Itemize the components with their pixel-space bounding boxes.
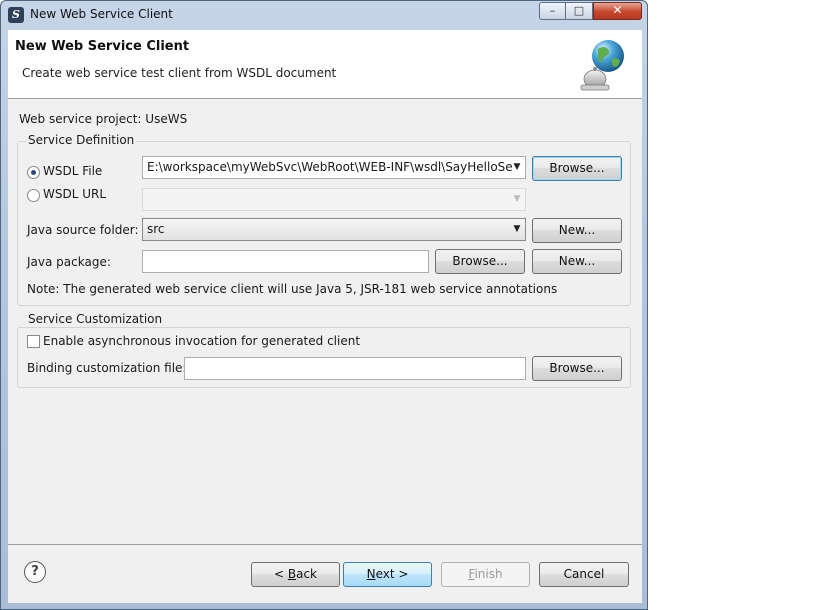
wsdl-file-value: E:\workspace\myWebSvc\WebRoot\WEB-INF\ws… xyxy=(147,160,513,174)
maximize-button[interactable]: □ xyxy=(565,2,593,20)
wsdl-url-combo[interactable] xyxy=(142,188,526,211)
wsdl-url-radio[interactable] xyxy=(27,189,40,202)
finish-button[interactable]: Finish xyxy=(441,562,530,587)
java-source-dropdown-icon[interactable]: ▼ xyxy=(510,219,524,240)
maximize-icon: □ xyxy=(573,4,585,17)
cancel-button[interactable]: Cancel xyxy=(539,562,629,587)
java5-note: Note: The generated web service client w… xyxy=(27,282,558,296)
java-package-new-button[interactable]: New... xyxy=(532,249,622,274)
java-source-new-button[interactable]: New... xyxy=(532,218,622,243)
next-mnemonic: N xyxy=(366,567,376,581)
java-source-value: src xyxy=(147,222,165,236)
footer-separator xyxy=(8,544,642,545)
java-source-combo[interactable]: src xyxy=(142,218,526,241)
banner-title: New Web Service Client xyxy=(15,39,190,54)
app-icon: S xyxy=(8,7,24,23)
wizard-banner: New Web Service Client Create web servic… xyxy=(8,30,642,99)
binding-file-input[interactable] xyxy=(184,357,526,380)
next-rest: ext > xyxy=(375,567,409,581)
service-customization-title: Service Customization xyxy=(26,312,165,326)
minimize-button[interactable]: – xyxy=(539,2,565,20)
banner-description: Create web service test client from WSDL… xyxy=(22,66,337,80)
close-icon: ✕ xyxy=(612,3,623,17)
java-package-label: Java package: xyxy=(27,255,111,269)
wsdl-file-dropdown-icon[interactable]: ▼ xyxy=(510,157,524,178)
wsdl-url-dropdown-icon[interactable]: ▼ xyxy=(510,189,524,210)
java-package-browse-button[interactable]: Browse... xyxy=(435,249,525,274)
back-mnemonic: B xyxy=(287,567,297,581)
next-button[interactable]: Next > xyxy=(343,562,432,587)
dialog-client-area: New Web Service Client Create web servic… xyxy=(8,30,642,603)
wsdl-file-combo[interactable]: E:\workspace\myWebSvc\WebRoot\WEB-INF\ws… xyxy=(142,156,526,179)
wsdl-url-label: WSDL URL xyxy=(43,187,107,201)
java-package-input[interactable] xyxy=(142,250,429,273)
window-title: New Web Service Client xyxy=(30,7,173,21)
finish-rest: inish xyxy=(474,567,503,581)
async-invocation-label: Enable asynchronous invocation for gener… xyxy=(43,334,361,348)
globe-web-service-icon xyxy=(580,40,624,91)
back-prefix: < xyxy=(273,567,288,581)
dialog-window: S New Web Service Client – □ ✕ New Web S… xyxy=(0,0,648,610)
service-definition-title: Service Definition xyxy=(26,133,137,147)
project-label: Web service project: UseWS xyxy=(19,112,188,126)
wsdl-browse-button[interactable]: Browse... xyxy=(532,156,622,181)
async-invocation-checkbox[interactable] xyxy=(27,335,40,348)
java-source-label: Java source folder: xyxy=(27,223,139,237)
close-button[interactable]: ✕ xyxy=(593,2,642,20)
back-button[interactable]: < Back xyxy=(251,562,340,587)
wsdl-file-radio[interactable] xyxy=(27,166,40,179)
wsdl-file-label: WSDL File xyxy=(43,164,103,178)
help-icon[interactable]: ? xyxy=(24,561,46,583)
binding-browse-button[interactable]: Browse... xyxy=(532,356,622,381)
minimize-icon: – xyxy=(549,4,556,17)
back-rest: ack xyxy=(296,567,317,581)
binding-file-label: Binding customization file: xyxy=(27,361,187,375)
